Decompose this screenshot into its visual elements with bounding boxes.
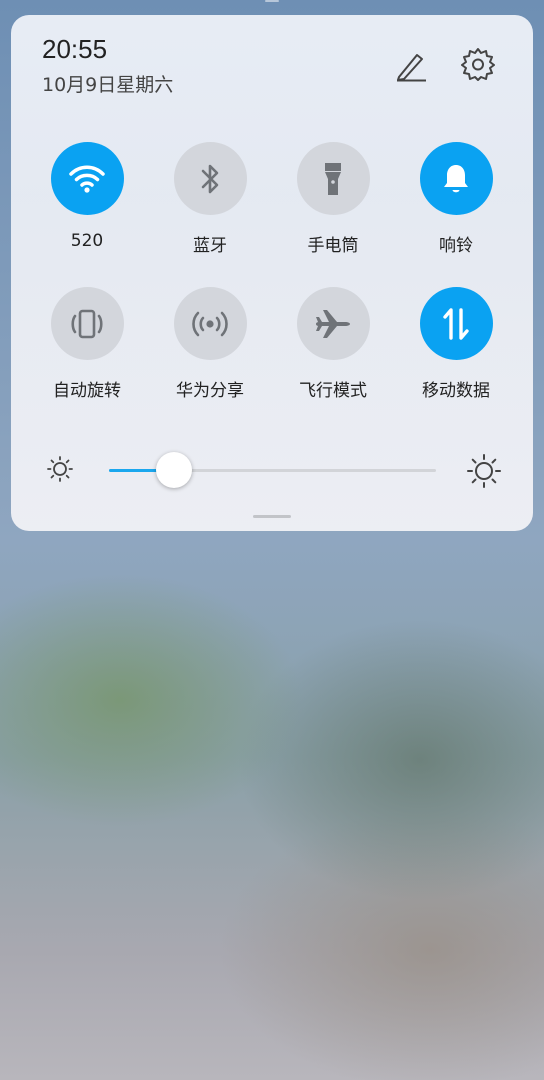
status-bar-hint	[265, 0, 279, 2]
settings-button[interactable]	[461, 47, 495, 81]
clock-date: 10月9日星期六	[42, 74, 174, 96]
bluetooth-icon	[201, 164, 219, 193]
edit-button[interactable]	[393, 47, 429, 83]
brightness-control	[11, 451, 533, 491]
mobile-data-icon	[443, 307, 469, 340]
toggle-airplane-mode[interactable]: 飞行模式	[278, 287, 388, 401]
toggle-mobile-data-label: 移动数据	[422, 381, 490, 401]
toggle-wifi-button[interactable]	[50, 142, 124, 215]
toggle-wifi[interactable]: 520	[32, 142, 142, 251]
toggle-airplane-mode-button[interactable]	[296, 287, 370, 360]
clock-time: 20:55	[42, 34, 108, 64]
toggle-flashlight[interactable]: 手电筒	[278, 142, 388, 256]
brightness-slider[interactable]	[109, 452, 436, 488]
pencil-icon	[397, 54, 426, 82]
toggle-flashlight-button[interactable]	[296, 142, 370, 215]
flashlight-icon	[325, 162, 341, 195]
rotate-icon	[71, 309, 103, 338]
toggle-bluetooth-button[interactable]	[173, 142, 247, 215]
toggle-airplane-mode-label: 飞行模式	[299, 381, 367, 401]
toggle-huawei-share-label: 华为分享	[176, 381, 244, 401]
toggle-auto-rotate-button[interactable]	[50, 287, 124, 360]
wifi-icon	[69, 165, 105, 193]
bell-icon	[444, 164, 468, 192]
toggle-bluetooth-label: 蓝牙	[193, 236, 227, 256]
toggle-huawei-share[interactable]: 华为分享	[155, 287, 265, 401]
toggle-huawei-share-button[interactable]	[173, 287, 247, 360]
toggle-auto-rotate-label: 自动旋转	[53, 381, 121, 401]
toggle-wifi-label: 520	[70, 231, 104, 251]
toggle-mobile-data[interactable]: 移动数据	[401, 287, 511, 401]
gear-icon	[461, 48, 495, 81]
toggle-ring-label: 响铃	[439, 236, 473, 256]
quick-settings-panel: 20:55 10月9日星期六 520 蓝牙 手电筒 响铃 自动旋转 华为分享 飞…	[11, 15, 533, 531]
brightness-slider-thumb[interactable]	[156, 452, 192, 488]
toggle-auto-rotate[interactable]: 自动旋转	[32, 287, 142, 401]
share-signal-icon	[192, 311, 228, 336]
airplane-icon	[316, 309, 350, 338]
toggle-ring[interactable]: 响铃	[401, 142, 511, 256]
brightness-high-icon	[466, 453, 502, 489]
toggle-mobile-data-button[interactable]	[419, 287, 493, 360]
toggle-ring-button[interactable]	[419, 142, 493, 215]
panel-drag-handle[interactable]	[253, 515, 291, 518]
toggle-flashlight-label: 手电筒	[307, 236, 359, 256]
brightness-low-icon	[46, 455, 74, 483]
toggle-bluetooth[interactable]: 蓝牙	[155, 142, 265, 256]
